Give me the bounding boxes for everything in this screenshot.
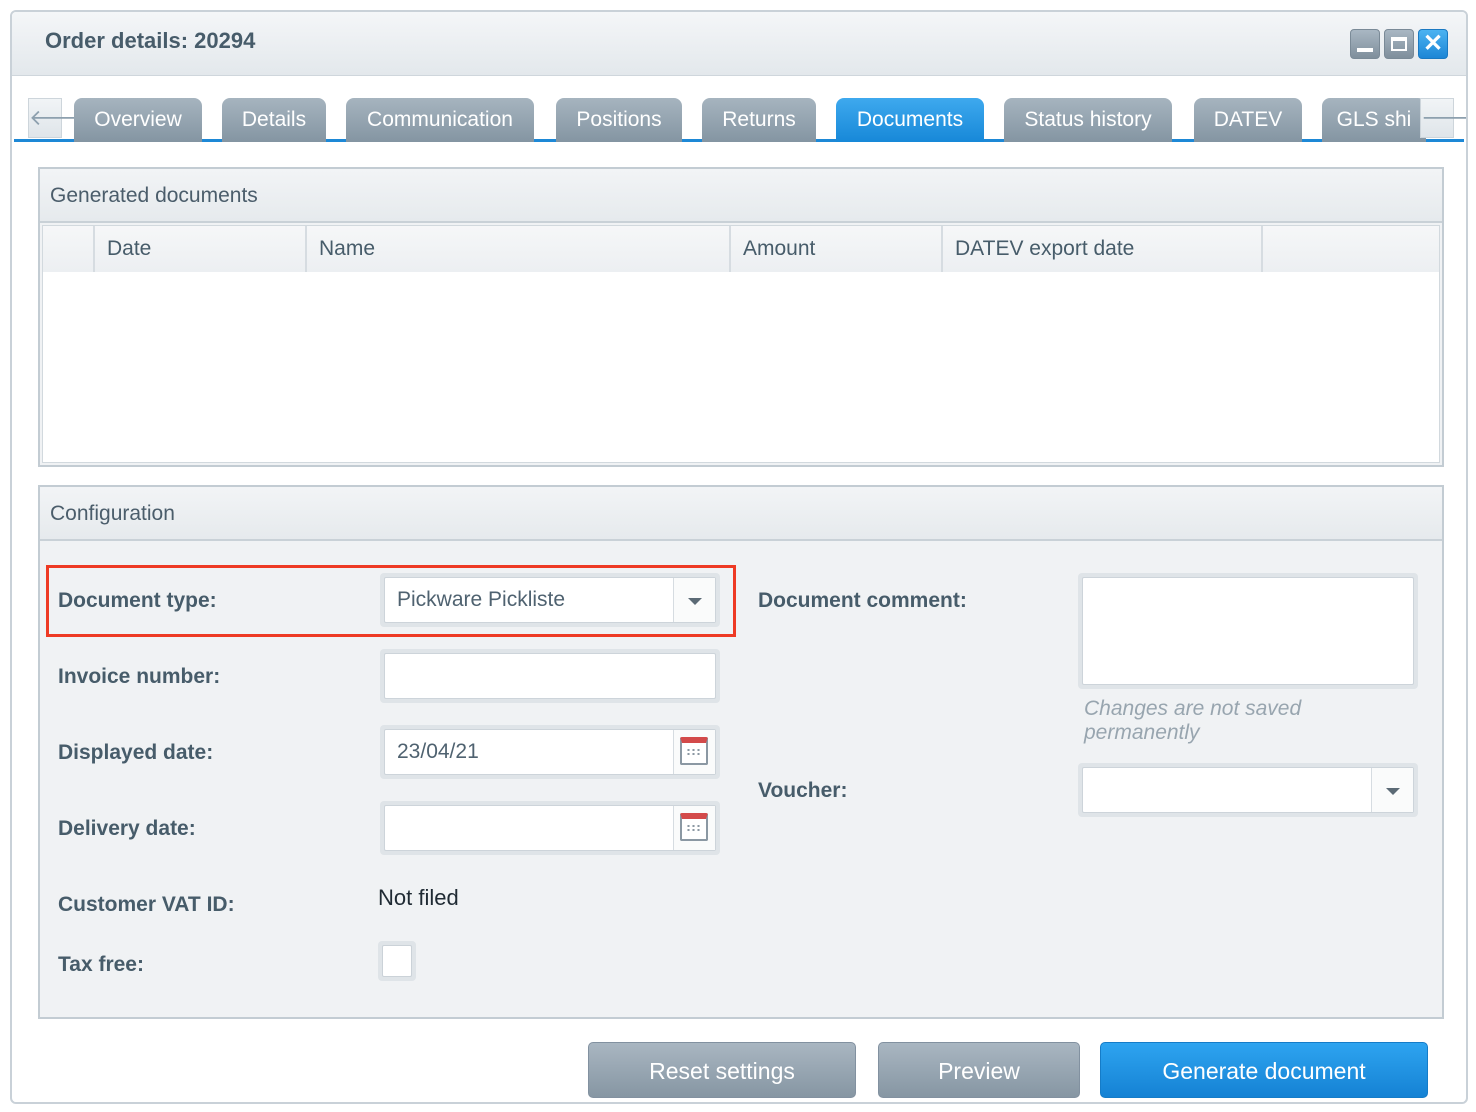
tab-positions[interactable]: Positions: [556, 98, 682, 142]
customer-vat-id-label: Customer VAT ID:: [58, 893, 235, 916]
tab-status-history[interactable]: Status history: [1004, 98, 1172, 142]
document-comment-textarea[interactable]: [1078, 573, 1418, 689]
tab-overview[interactable]: Overview: [74, 98, 202, 142]
grid-select-column[interactable]: [43, 226, 95, 272]
chevron-down-icon[interactable]: [1371, 768, 1413, 812]
minimize-icon[interactable]: [1350, 29, 1380, 59]
tab-returns[interactable]: Returns: [702, 98, 816, 142]
tab-details[interactable]: Details: [222, 98, 326, 142]
column-amount[interactable]: Amount: [731, 226, 943, 272]
displayed-date-value: 23/04/21: [397, 740, 479, 763]
displayed-date-input[interactable]: 23/04/21: [380, 725, 720, 779]
calendar-icon[interactable]: [673, 730, 715, 774]
reset-settings-button[interactable]: Reset settings: [588, 1042, 856, 1098]
generated-documents-panel: Generated documents Date Name Amount DAT…: [38, 167, 1444, 467]
documents-tab-content: Generated documents Date Name Amount DAT…: [14, 145, 1464, 1102]
document-comment-hint: Changes are not saved permanently: [1084, 697, 1302, 744]
configuration-title: Configuration: [40, 487, 1442, 541]
voucher-label: Voucher:: [758, 779, 848, 802]
tax-free-checkbox[interactable]: [378, 941, 416, 981]
tab-communication[interactable]: Communication: [346, 98, 534, 142]
tab-datev[interactable]: DATEV: [1194, 98, 1302, 142]
tab-scroll-right-icon[interactable]: 🡒: [1420, 98, 1466, 138]
tab-strip: 🡐 Overview Details Communication Positio…: [14, 76, 1466, 142]
displayed-date-label: Displayed date:: [58, 741, 214, 764]
delivery-date-label: Delivery date:: [58, 817, 196, 840]
preview-button[interactable]: Preview: [878, 1042, 1080, 1098]
generated-documents-title: Generated documents: [40, 169, 1442, 223]
voucher-select[interactable]: [1078, 763, 1418, 817]
grid-header: Date Name Amount DATEV export date: [43, 226, 1439, 272]
tab-scroll-left-icon[interactable]: 🡐: [28, 98, 88, 138]
close-icon[interactable]: ✕: [1418, 29, 1448, 59]
invoice-number-input[interactable]: [380, 649, 720, 703]
column-date[interactable]: Date: [95, 226, 307, 272]
generate-document-button[interactable]: Generate document: [1100, 1042, 1428, 1098]
tab-gls-shipping[interactable]: GLS shi: [1322, 98, 1426, 142]
column-name[interactable]: Name: [307, 226, 731, 272]
calendar-icon[interactable]: [673, 806, 715, 850]
window-title: Order details: 20294: [45, 28, 256, 53]
column-datev-export-date[interactable]: DATEV export date: [943, 226, 1263, 272]
order-details-window: Order details: 20294 ✕ 🡐 Overview Detail…: [10, 10, 1468, 1104]
maximize-icon[interactable]: [1384, 29, 1414, 59]
delivery-date-input[interactable]: [380, 801, 720, 855]
document-comment-label: Document comment:: [758, 589, 967, 612]
document-type-highlight: [46, 565, 736, 637]
window-titlebar[interactable]: Order details: 20294 ✕: [12, 12, 1466, 76]
customer-vat-id-value: Not filed: [378, 885, 459, 910]
tab-documents[interactable]: Documents: [836, 98, 984, 142]
invoice-number-label: Invoice number:: [58, 665, 221, 688]
tax-free-label: Tax free:: [58, 953, 144, 976]
documents-grid[interactable]: Date Name Amount DATEV export date: [42, 225, 1440, 463]
